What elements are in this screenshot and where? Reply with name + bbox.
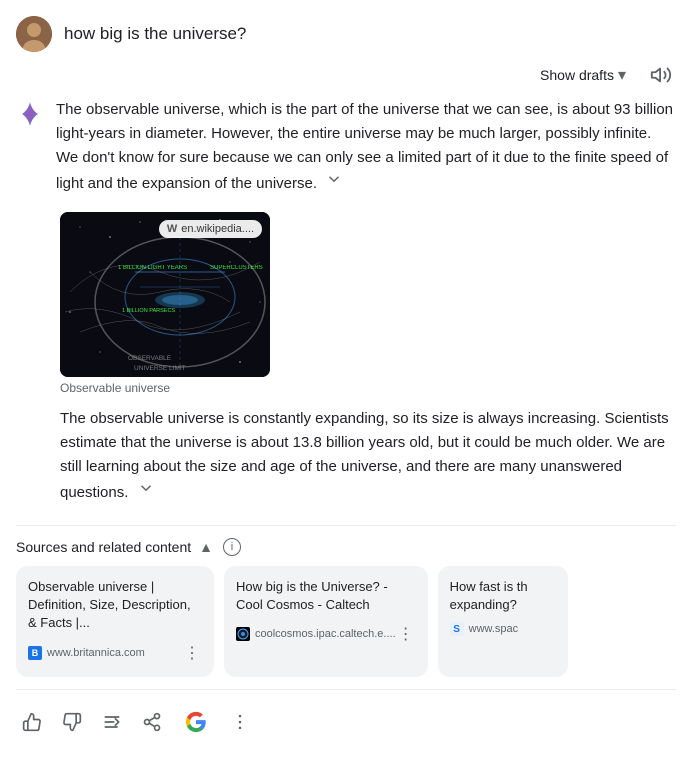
google-logo-svg (185, 711, 207, 733)
source-site-2: coolcosmos.ipac.caltech.e.... (236, 627, 396, 641)
share-button[interactable] (136, 706, 168, 738)
controls-bar: Show drafts ▾ (0, 60, 692, 98)
search-query: how big is the universe? (64, 24, 246, 44)
share-icon (142, 712, 162, 732)
thumbs-down-icon (62, 712, 82, 732)
content-area: The observable universe, which is the pa… (0, 98, 692, 758)
svg-text:SUPERCLUSTERS: SUPERCLUSTERS (210, 265, 263, 271)
source-card-title-3: How fast is th expanding? (450, 578, 556, 614)
svg-text:UNIVERSE LIMIT: UNIVERSE LIMIT (134, 365, 186, 372)
source-more-button-2[interactable]: ⋮ (396, 622, 416, 646)
source-card-title-2: How big is the Universe? - Cool Cosmos -… (236, 578, 416, 614)
universe-visual: 1 BILLION LIGHT YEARS SUPERCLUSTERS 1 BI… (60, 212, 270, 377)
google-search-button[interactable] (176, 702, 216, 742)
chevron-down-icon-2 (137, 479, 155, 497)
svg-text:1 BILLION PARSECS: 1 BILLION PARSECS (122, 308, 175, 314)
more-options-button[interactable] (224, 706, 256, 738)
source-card-britannica[interactable]: Observable universe | Definition, Size, … (16, 566, 214, 677)
image-caption: Observable universe (60, 381, 676, 395)
source-card-footer-1: B www.britannica.com ⋮ (28, 641, 202, 665)
wiki-w-icon: W (167, 223, 177, 235)
show-drafts-button[interactable]: Show drafts ▾ (532, 61, 634, 89)
image-section: 1 BILLION LIGHT YEARS SUPERCLUSTERS 1 BI… (60, 212, 676, 395)
thumbs-up-icon (22, 712, 42, 732)
sources-header: Sources and related content ▲ i (16, 538, 676, 566)
source-card-footer-3: S www.spac (450, 622, 556, 636)
coolcosmos-favicon-svg (237, 628, 249, 640)
google-g-icon (182, 708, 210, 736)
source-site-1: B www.britannica.com (28, 646, 145, 660)
britannica-favicon: B (28, 646, 42, 660)
sources-label: Sources and related content (16, 539, 191, 555)
sources-chevron-up-icon[interactable]: ▲ (199, 539, 213, 555)
wikipedia-badge[interactable]: W en.wikipedia.... (159, 220, 262, 238)
source-url-1: www.britannica.com (47, 647, 145, 659)
svg-text:OBSERVABLE: OBSERVABLE (128, 355, 172, 362)
space-favicon: S (450, 622, 464, 636)
source-site-3: S www.spac (450, 622, 519, 636)
source-card-coolcosmos[interactable]: How big is the Universe? - Cool Cosmos -… (224, 566, 428, 677)
expand-button-2[interactable] (135, 479, 157, 497)
avatar-image (16, 16, 52, 52)
query-header: how big is the universe? (0, 0, 692, 60)
gemini-star-icon (16, 100, 44, 196)
wiki-url: en.wikipedia.... (181, 223, 254, 235)
thumbs-up-button[interactable] (16, 706, 48, 738)
response-paragraph-2-container: The observable universe is constantly ex… (60, 407, 676, 505)
universe-image[interactable]: 1 BILLION LIGHT YEARS SUPERCLUSTERS 1 BI… (60, 212, 270, 377)
chevron-down-icon-1 (325, 170, 343, 188)
source-card-space[interactable]: How fast is th expanding? S www.spac (438, 566, 568, 677)
thumbs-down-button[interactable] (56, 706, 88, 738)
source-url-3: www.spac (469, 623, 519, 635)
more-vertical-icon (230, 712, 250, 732)
gemini-response-1: The observable universe, which is the pa… (16, 98, 676, 196)
svg-text:1 BILLION LIGHT YEARS: 1 BILLION LIGHT YEARS (118, 265, 187, 271)
info-icon[interactable]: i (223, 538, 241, 556)
modify-button[interactable] (96, 706, 128, 738)
expand-button-1[interactable] (323, 170, 345, 188)
source-card-footer-2: coolcosmos.ipac.caltech.e.... ⋮ (236, 622, 416, 646)
response-text-1: The observable universe, which is the pa… (56, 101, 673, 192)
source-cards-container: Observable universe | Definition, Size, … (16, 566, 676, 677)
speaker-button[interactable] (646, 60, 676, 90)
modify-icon (102, 712, 122, 732)
show-drafts-label: Show drafts (540, 67, 614, 83)
coolcosmos-favicon (236, 627, 250, 641)
response-paragraph-1: The observable universe, which is the pa… (56, 98, 676, 196)
sources-section: Sources and related content ▲ i Observab… (16, 525, 676, 677)
speaker-icon (650, 64, 672, 86)
gemini-icon-svg (16, 100, 44, 128)
source-more-button-1[interactable]: ⋮ (182, 641, 202, 665)
source-url-2: coolcosmos.ipac.caltech.e.... (255, 628, 396, 640)
chevron-down-icon: ▾ (618, 65, 626, 85)
bottom-actions (16, 689, 676, 758)
source-card-title-1: Observable universe | Definition, Size, … (28, 578, 202, 633)
user-avatar (16, 16, 52, 52)
